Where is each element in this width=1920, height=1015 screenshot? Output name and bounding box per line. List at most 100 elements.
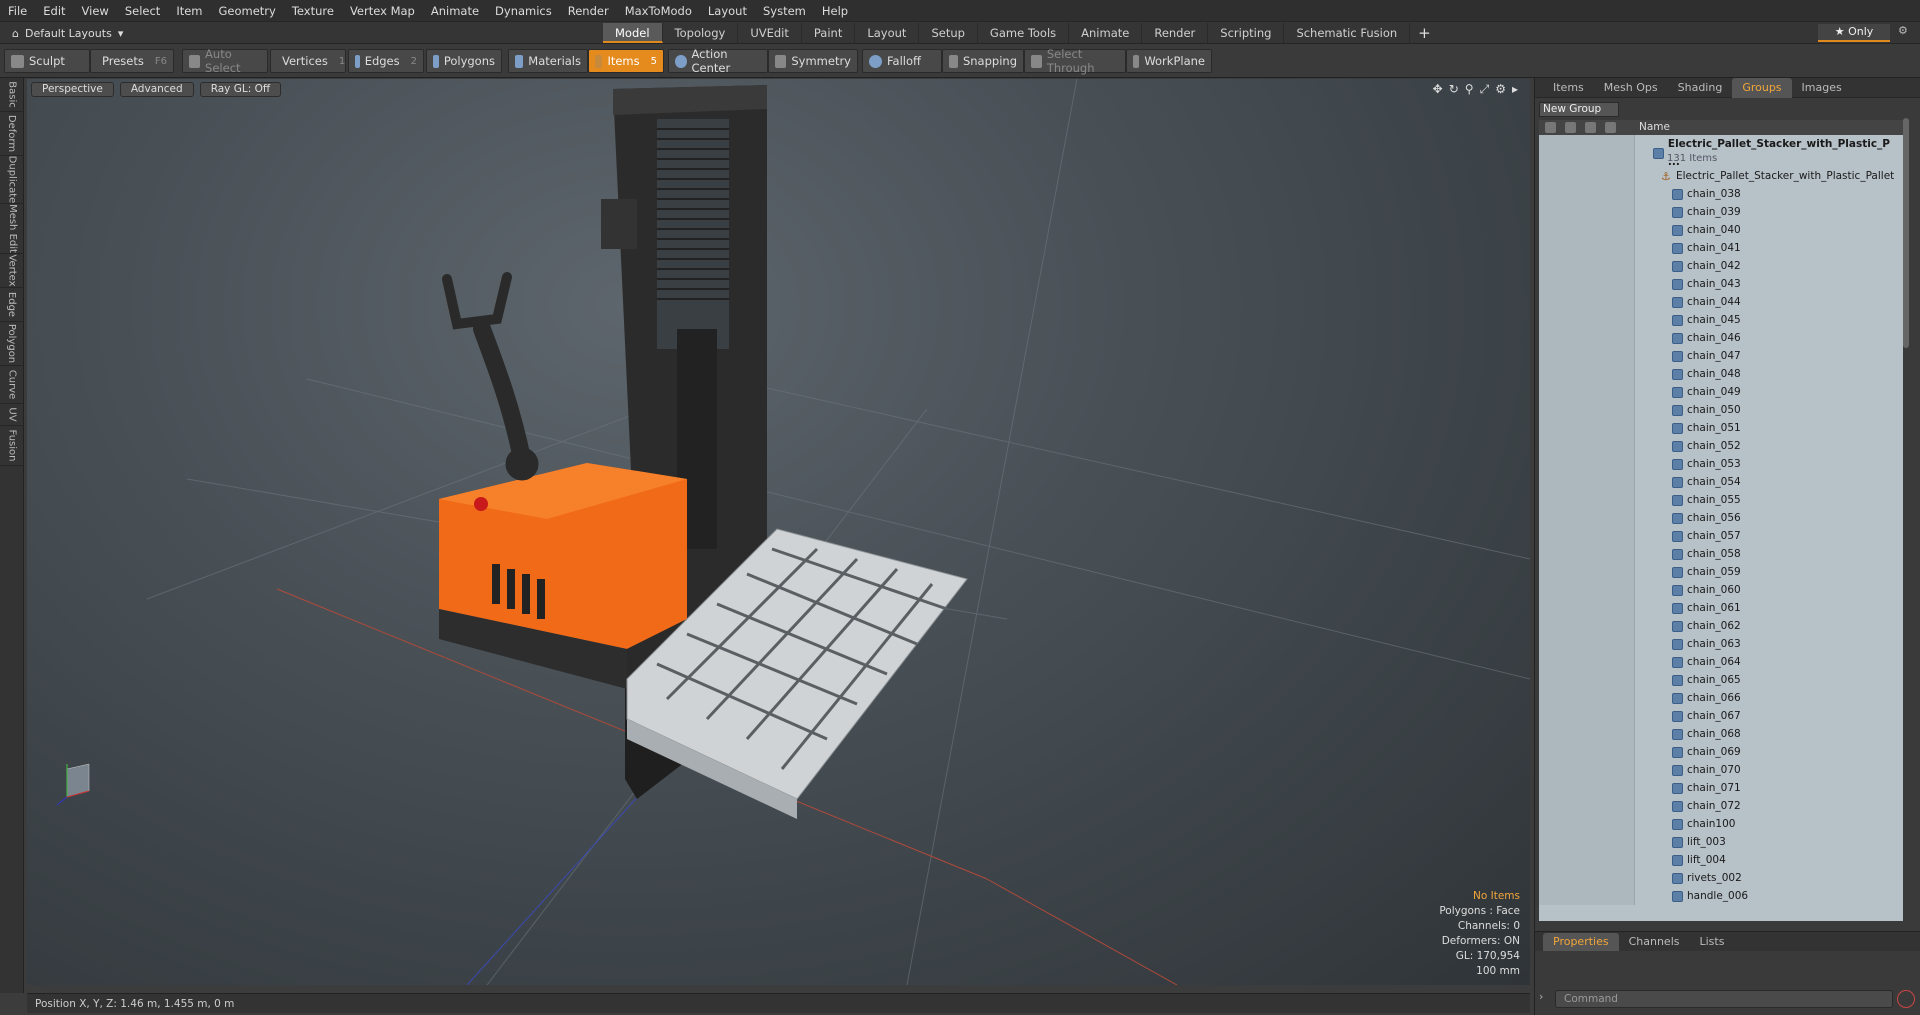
left-tab-mesh-edit[interactable]: Mesh Edit: [0, 204, 24, 254]
list-item[interactable]: chain_058: [1539, 545, 1903, 563]
panel-tab-channels[interactable]: Channels: [1619, 935, 1690, 948]
list-item[interactable]: chain_053: [1539, 455, 1903, 473]
panel-tab-images[interactable]: Images: [1792, 78, 1852, 98]
group-row[interactable]: Electric_Pallet_Stacker_with_Plastic_P .…: [1539, 135, 1903, 168]
left-tab-polygon[interactable]: Polygon: [0, 322, 24, 366]
tab-schematic-fusion[interactable]: Schematic Fusion: [1284, 23, 1411, 43]
menu-item-system[interactable]: System: [755, 0, 814, 22]
left-tab-duplicate[interactable]: Duplicate: [0, 156, 24, 204]
list-item[interactable]: chain_067: [1539, 707, 1903, 725]
left-tab-deform[interactable]: Deform: [0, 112, 24, 156]
symmetry-button[interactable]: Symmetry: [768, 49, 858, 73]
locator-row[interactable]: ⚓ Electric_Pallet_Stacker_with_Plastic_Pa…: [1539, 167, 1903, 185]
list-item[interactable]: chain_068: [1539, 725, 1903, 743]
select-through-button[interactable]: Select Through: [1024, 47, 1126, 75]
new-group-button[interactable]: New Group: [1539, 102, 1619, 117]
list-item[interactable]: chain_060: [1539, 581, 1903, 599]
list-item[interactable]: chain_047: [1539, 347, 1903, 365]
menu-arrow-icon[interactable]: ▸: [1512, 82, 1518, 97]
command-input[interactable]: Command: [1555, 990, 1893, 1008]
menu-item-item[interactable]: Item: [168, 0, 210, 22]
tab-render[interactable]: Render: [1142, 23, 1209, 43]
list-item[interactable]: chain_043: [1539, 275, 1903, 293]
tab-model[interactable]: Model: [603, 23, 663, 43]
list-item[interactable]: chain_069: [1539, 743, 1903, 761]
list-item[interactable]: chain_072: [1539, 797, 1903, 815]
panel-tab-groups[interactable]: Groups: [1732, 77, 1792, 98]
list-item[interactable]: chain_064: [1539, 653, 1903, 671]
tab-animate[interactable]: Animate: [1069, 23, 1143, 43]
menu-item-view[interactable]: View: [74, 0, 117, 22]
3d-viewport[interactable]: Perspective Advanced Ray GL: Off ✥ ↻ ⚲ ⤢…: [27, 79, 1530, 985]
only-button[interactable]: ★ Only: [1818, 24, 1890, 42]
list-item[interactable]: chain_065: [1539, 671, 1903, 689]
list-item[interactable]: chain_038: [1539, 185, 1903, 203]
tab-layout[interactable]: Layout: [855, 23, 920, 43]
list-item[interactable]: chain_055: [1539, 491, 1903, 509]
menu-item-file[interactable]: File: [0, 0, 35, 22]
list-item[interactable]: chain_049: [1539, 383, 1903, 401]
left-tab-curve[interactable]: Curve: [0, 366, 24, 404]
snapping-button[interactable]: Snapping: [942, 49, 1024, 73]
tab-scripting[interactable]: Scripting: [1208, 23, 1285, 43]
menu-item-animate[interactable]: Animate: [423, 0, 487, 22]
menu-item-dynamics[interactable]: Dynamics: [487, 0, 560, 22]
zoom-view-icon[interactable]: ⚲: [1465, 82, 1474, 97]
list-item[interactable]: chain_046: [1539, 329, 1903, 347]
left-tab-uv[interactable]: UV: [0, 404, 24, 426]
list-item[interactable]: chain_066: [1539, 689, 1903, 707]
list-item[interactable]: chain_062: [1539, 617, 1903, 635]
list-item[interactable]: chain_040: [1539, 221, 1903, 239]
list-item[interactable]: chain_056: [1539, 509, 1903, 527]
settings-icon[interactable]: ⚙: [1495, 82, 1506, 97]
sculpt-button[interactable]: Sculpt: [4, 49, 90, 73]
add-tab-icon[interactable]: +: [1410, 23, 1439, 43]
menu-item-select[interactable]: Select: [117, 0, 168, 22]
menu-item-edit[interactable]: Edit: [35, 0, 73, 22]
vertices-button[interactable]: Vertices 1: [270, 49, 346, 73]
panel-tab-lists[interactable]: Lists: [1690, 935, 1735, 948]
menu-item-texture[interactable]: Texture: [284, 0, 342, 22]
panel-tab-shading[interactable]: Shading: [1668, 78, 1733, 98]
menu-item-render[interactable]: Render: [560, 0, 617, 22]
materials-button[interactable]: Materials: [508, 49, 588, 73]
record-icon[interactable]: [1897, 990, 1915, 1008]
edges-button[interactable]: Edges 2: [348, 49, 424, 73]
action-center-button[interactable]: Action Center: [668, 47, 768, 75]
list-item[interactable]: chain_052: [1539, 437, 1903, 455]
list-item[interactable]: chain_057: [1539, 527, 1903, 545]
menu-item-help[interactable]: Help: [814, 0, 856, 22]
row-toggles[interactable]: [1539, 135, 1635, 153]
tab-setup[interactable]: Setup: [919, 23, 978, 43]
panel-tab-items[interactable]: Items: [1543, 78, 1594, 98]
list-item[interactable]: chain_059: [1539, 563, 1903, 581]
list-item[interactable]: chain_070: [1539, 761, 1903, 779]
menu-item-maxtomodo[interactable]: MaxToModo: [617, 0, 700, 22]
list-item[interactable]: chain_063: [1539, 635, 1903, 653]
left-tab-basic[interactable]: Basic: [0, 78, 24, 112]
rotate-view-icon[interactable]: ↻: [1449, 82, 1459, 97]
left-tab-fusion[interactable]: Fusion: [0, 426, 24, 466]
tab-topology[interactable]: Topology: [663, 23, 739, 43]
list-item[interactable]: rivets_002: [1539, 869, 1903, 887]
panel-tab-properties[interactable]: Properties: [1543, 932, 1619, 951]
layout-selector[interactable]: ⌂ Default Layouts ▾: [12, 24, 123, 42]
menu-item-layout[interactable]: Layout: [700, 0, 755, 22]
list-item[interactable]: chain_041: [1539, 239, 1903, 257]
list-item[interactable]: chain_042: [1539, 257, 1903, 275]
list-item[interactable]: chain_054: [1539, 473, 1903, 491]
list-item[interactable]: chain_061: [1539, 599, 1903, 617]
tab-paint[interactable]: Paint: [802, 23, 856, 43]
move-view-icon[interactable]: ✥: [1433, 82, 1443, 97]
list-item[interactable]: lift_003: [1539, 833, 1903, 851]
list-item[interactable]: handle_006: [1539, 887, 1903, 905]
list-item[interactable]: lift_004: [1539, 851, 1903, 869]
tab-uvedit[interactable]: UVEdit: [738, 23, 802, 43]
left-tab-edge[interactable]: Edge: [0, 288, 24, 322]
menu-item-geometry[interactable]: Geometry: [211, 0, 284, 22]
workplane-button[interactable]: WorkPlane: [1126, 49, 1212, 73]
gear-icon[interactable]: ⚙: [1898, 24, 1908, 37]
list-item[interactable]: chain_048: [1539, 365, 1903, 383]
list-item[interactable]: chain_039: [1539, 203, 1903, 221]
view-type-button[interactable]: Perspective: [31, 82, 114, 97]
